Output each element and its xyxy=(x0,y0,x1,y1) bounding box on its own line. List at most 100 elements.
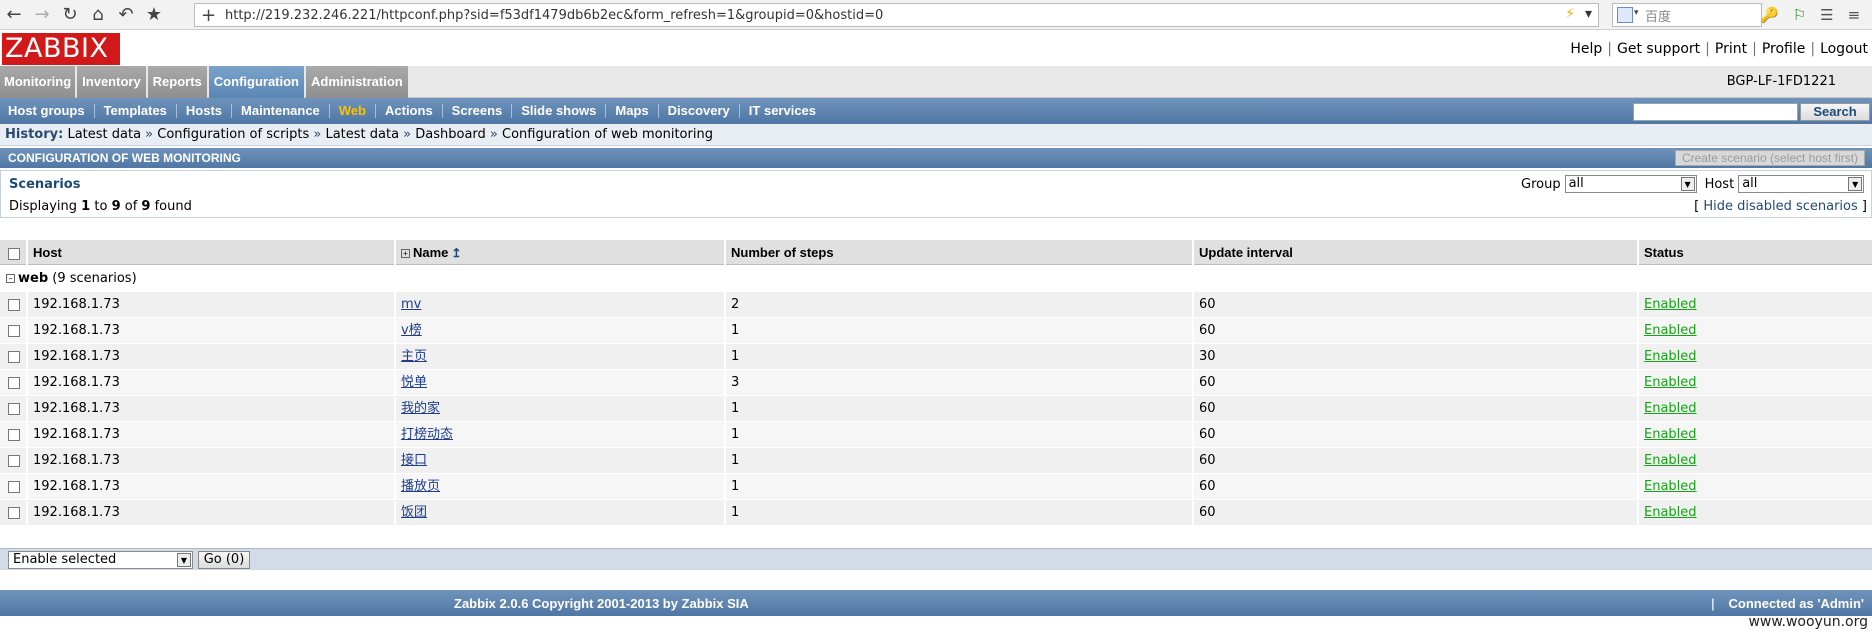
status-link[interactable]: Enabled xyxy=(1644,323,1697,338)
row-checkbox[interactable] xyxy=(8,480,20,493)
scenario-name-link[interactable]: v榜 xyxy=(401,323,422,338)
name-sort-link[interactable]: Name xyxy=(413,245,448,260)
tab-inventory[interactable]: Inventory xyxy=(77,66,146,98)
row-interval: 60 xyxy=(1194,448,1639,474)
address-bar[interactable]: + http://219.232.246.221/httpconf.php?si… xyxy=(194,3,1599,27)
menu-icon[interactable]: ☰ xyxy=(1820,6,1833,24)
search-button[interactable]: Search xyxy=(1800,103,1870,121)
row-checkbox[interactable] xyxy=(8,428,20,441)
undo-icon[interactable]: ↶ xyxy=(112,1,140,29)
scenario-name-link[interactable]: 主页 xyxy=(401,349,427,364)
scenario-name-link[interactable]: mv xyxy=(401,297,421,312)
status-link[interactable]: Enabled xyxy=(1644,401,1697,416)
row-name-cell: 我的家 xyxy=(396,396,726,422)
scenario-name-link[interactable]: 打榜动态 xyxy=(401,427,453,442)
sub-item-maintenance[interactable]: Maintenance xyxy=(232,104,330,118)
history-item[interactable]: Configuration of scripts xyxy=(157,127,309,142)
go-button[interactable]: Go (0) xyxy=(198,551,250,569)
tab-reports[interactable]: Reports xyxy=(147,66,207,98)
logout-link[interactable]: Logout xyxy=(1820,41,1868,57)
url-dropdown-icon[interactable]: ▾ xyxy=(1585,6,1592,22)
status-link[interactable]: Enabled xyxy=(1644,453,1697,468)
search-engine-caret-icon[interactable]: ▾ xyxy=(1634,8,1639,18)
row-name-cell: 打榜动态 xyxy=(396,422,726,448)
row-checkbox[interactable] xyxy=(8,402,20,415)
status-link[interactable]: Enabled xyxy=(1644,375,1697,390)
tab-administration[interactable]: Administration xyxy=(306,66,408,98)
row-checkbox-cell xyxy=(0,474,28,500)
expand-icon[interactable]: + xyxy=(401,249,410,259)
sub-item-slide-shows[interactable]: Slide shows xyxy=(512,104,607,118)
group-label: Group xyxy=(1521,176,1561,192)
key-icon[interactable]: 🔑 xyxy=(1760,6,1779,24)
create-scenario-button[interactable]: Create scenario (select host first) xyxy=(1674,150,1865,166)
history-item[interactable]: Configuration of web monitoring xyxy=(502,127,713,142)
new-tab-plus-icon[interactable]: + xyxy=(201,5,216,26)
row-checkbox[interactable] xyxy=(8,350,20,363)
back-icon[interactable]: ← xyxy=(0,1,28,29)
status-sort-link[interactable]: Status xyxy=(1644,245,1684,260)
row-checkbox-cell xyxy=(0,422,28,448)
home-icon[interactable]: ⌂ xyxy=(84,1,112,29)
tab-configuration[interactable]: Configuration xyxy=(208,66,305,98)
row-checkbox[interactable] xyxy=(8,324,20,337)
collapse-icon[interactable]: – xyxy=(6,274,15,283)
mass-action-select[interactable]: Enable selected ▼ xyxy=(8,551,193,569)
get-support-link[interactable]: Get support xyxy=(1617,41,1700,57)
history-item[interactable]: Latest data xyxy=(325,127,399,142)
sub-item-it-services[interactable]: IT services xyxy=(740,104,825,118)
search-input[interactable] xyxy=(1633,103,1798,121)
host-sort-link[interactable]: Host xyxy=(33,245,62,260)
group-select[interactable]: all ▼ xyxy=(1564,175,1697,193)
row-checkbox[interactable] xyxy=(8,454,20,467)
scenario-name-link[interactable]: 悦单 xyxy=(401,375,427,390)
status-link[interactable]: Enabled xyxy=(1644,297,1697,312)
browser-search-box[interactable]: ▾ 百度 xyxy=(1612,3,1762,27)
status-link[interactable]: Enabled xyxy=(1644,505,1697,520)
help-link[interactable]: Help xyxy=(1570,41,1602,57)
row-name-cell: 悦单 xyxy=(396,370,726,396)
status-link[interactable]: Enabled xyxy=(1644,479,1697,494)
row-checkbox[interactable] xyxy=(8,376,20,389)
row-interval: 60 xyxy=(1194,474,1639,500)
chevron-down-icon[interactable]: ▼ xyxy=(1848,177,1863,191)
history-label: History: xyxy=(5,127,64,142)
sub-item-hosts[interactable]: Hosts xyxy=(177,104,233,118)
profile-link[interactable]: Profile xyxy=(1762,41,1806,57)
search-engine-icon[interactable] xyxy=(1617,7,1633,23)
print-link[interactable]: Print xyxy=(1715,41,1747,57)
history-item[interactable]: Latest data xyxy=(67,127,141,142)
tab-monitoring[interactable]: Monitoring xyxy=(0,66,76,98)
row-checkbox[interactable] xyxy=(8,506,20,519)
chevron-down-icon[interactable]: ▼ xyxy=(1680,177,1695,191)
sub-item-discovery[interactable]: Discovery xyxy=(659,104,740,118)
select-all-checkbox[interactable] xyxy=(8,247,20,260)
scenario-name-link[interactable]: 饭团 xyxy=(401,505,427,520)
table-row: 192.168.1.73 接口 1 60 Enabled xyxy=(0,448,1872,474)
history-item[interactable]: Dashboard xyxy=(415,127,486,142)
bookmark-star-icon[interactable]: ★ xyxy=(140,1,168,29)
row-checkbox[interactable] xyxy=(8,298,20,311)
scenario-name-link[interactable]: 播放页 xyxy=(401,479,440,494)
lightning-icon[interactable]: ⚡ xyxy=(1565,6,1575,22)
sub-item-maps[interactable]: Maps xyxy=(606,104,659,118)
row-host: 192.168.1.73 xyxy=(28,474,396,500)
overflow-icon[interactable]: ≡ xyxy=(1848,6,1861,24)
chevron-down-icon[interactable]: ▼ xyxy=(177,553,191,567)
scenario-name-link[interactable]: 接口 xyxy=(401,453,427,468)
sub-item-host-groups[interactable]: Host groups xyxy=(0,104,95,118)
sub-item-screens[interactable]: Screens xyxy=(443,104,513,118)
row-checkbox-cell xyxy=(0,344,28,370)
status-link[interactable]: Enabled xyxy=(1644,427,1697,442)
forward-icon[interactable]: → xyxy=(28,1,56,29)
scenario-name-link[interactable]: 我的家 xyxy=(401,401,440,416)
host-select[interactable]: all ▼ xyxy=(1738,175,1865,193)
hide-disabled-link[interactable]: Hide disabled scenarios xyxy=(1703,199,1857,214)
reload-icon[interactable]: ↻ xyxy=(56,1,84,29)
extension-icon[interactable]: ⚐ xyxy=(1793,6,1806,24)
sub-item-actions[interactable]: Actions xyxy=(376,104,443,118)
table-row: 192.168.1.73 主页 1 30 Enabled xyxy=(0,344,1872,370)
status-link[interactable]: Enabled xyxy=(1644,349,1697,364)
sub-item-templates[interactable]: Templates xyxy=(95,104,177,118)
sub-item-web[interactable]: Web xyxy=(330,104,376,118)
